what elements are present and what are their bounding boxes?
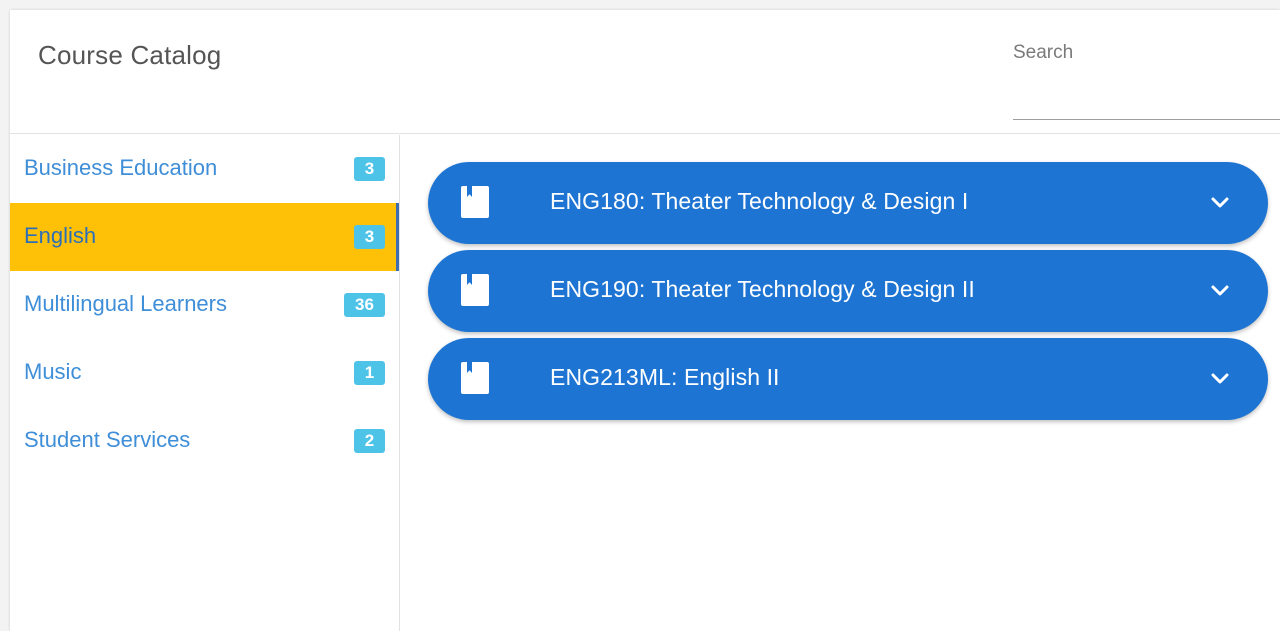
course-title: ENG213ML: English II [550,364,780,390]
course-title: ENG190: Theater Technology & Design II [550,276,975,302]
course-row-eng190[interactable]: ENG190: Theater Technology & Design II [428,250,1268,332]
sidebar-item-label: English [24,223,97,248]
course-list: ENG180: Theater Technology & Design I EN… [401,135,1280,631]
sidebar-item-label: Student Services [24,427,191,452]
sidebar-item-english[interactable]: English 3 [10,203,399,271]
sidebar-item-label: Multilingual Learners [24,291,227,316]
sidebar-item-label: Music [24,359,82,384]
chevron-down-icon[interactable] [1208,278,1232,302]
count-badge: 1 [354,361,385,385]
course-row-eng180[interactable]: ENG180: Theater Technology & Design I [428,162,1268,244]
header: Course Catalog [10,10,1280,134]
chevron-down-icon[interactable] [1208,366,1232,390]
chevron-down-icon[interactable] [1208,190,1232,214]
count-badge: 36 [344,293,385,317]
sidebar-item-student-services[interactable]: Student Services 2 [10,407,399,475]
search-input[interactable] [1013,38,1280,68]
search-field[interactable] [1013,38,1280,120]
count-badge: 3 [354,157,385,181]
category-sidebar: Business Education 3 English 3 Multiling… [10,135,400,631]
course-title: ENG180: Theater Technology & Design I [550,188,969,214]
count-badge: 2 [354,429,385,453]
book-icon [461,186,489,218]
count-badge: 3 [354,225,385,249]
sidebar-item-label: Business Education [24,155,218,180]
sidebar-item-multilingual-learners[interactable]: Multilingual Learners 36 [10,271,399,339]
book-icon [461,362,489,394]
sidebar-item-music[interactable]: Music 1 [10,339,399,407]
page-title: Course Catalog [38,40,222,70]
course-catalog-card: Course Catalog Business Education 3 Engl… [10,10,1280,631]
sidebar-item-business-education[interactable]: Business Education 3 [10,135,399,203]
book-icon [461,274,489,306]
course-row-eng213ml[interactable]: ENG213ML: English II [428,338,1268,420]
